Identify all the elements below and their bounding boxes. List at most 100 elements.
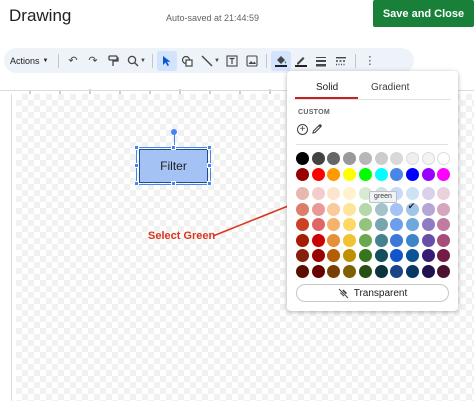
color-swatch[interactable] xyxy=(358,152,372,165)
resize-handle-bl[interactable] xyxy=(134,181,139,186)
color-swatch[interactable] xyxy=(343,187,357,200)
color-swatch[interactable] xyxy=(358,264,372,278)
border-weight-icon[interactable] xyxy=(311,51,331,71)
paint-format-icon[interactable] xyxy=(103,51,123,71)
color-swatch[interactable] xyxy=(405,233,419,247)
undo-icon[interactable]: ↶ xyxy=(63,51,83,71)
color-swatch[interactable] xyxy=(311,249,325,262)
more-icon[interactable]: ⋮ xyxy=(360,51,380,71)
resize-handle-b[interactable] xyxy=(171,181,176,186)
color-swatch[interactable] xyxy=(311,218,325,231)
color-swatch[interactable] xyxy=(390,264,404,278)
color-swatch[interactable] xyxy=(437,202,451,216)
toolbar-divider xyxy=(151,53,153,68)
color-swatch[interactable] xyxy=(405,264,419,278)
color-swatch[interactable] xyxy=(296,264,309,278)
color-swatch[interactable] xyxy=(390,233,404,247)
color-swatch[interactable] xyxy=(327,233,341,247)
color-swatch[interactable] xyxy=(374,249,388,262)
actions-menu[interactable]: Actions ▼ xyxy=(10,56,54,66)
color-swatch[interactable] xyxy=(358,167,372,181)
color-swatch[interactable] xyxy=(296,167,309,181)
color-swatch[interactable] xyxy=(311,152,325,165)
color-swatch[interactable] xyxy=(327,264,341,278)
shape-icon[interactable] xyxy=(177,51,197,71)
color-swatch[interactable] xyxy=(405,218,419,231)
chevron-down-icon[interactable]: ▼ xyxy=(214,58,220,64)
border-dash-icon[interactable] xyxy=(331,51,351,71)
color-swatch[interactable] xyxy=(296,249,309,262)
resize-handle-br[interactable] xyxy=(207,181,212,186)
resize-handle-tl[interactable] xyxy=(134,145,139,150)
border-color-icon[interactable] xyxy=(291,51,311,71)
color-swatch[interactable] xyxy=(390,167,404,181)
color-swatch[interactable] xyxy=(296,233,309,247)
annotation-text: Select Green xyxy=(148,230,216,242)
redo-icon[interactable]: ↷ xyxy=(83,51,103,71)
color-swatch[interactable] xyxy=(358,233,372,247)
color-swatch[interactable] xyxy=(437,167,451,181)
color-swatch[interactable] xyxy=(358,218,372,231)
color-swatch[interactable] xyxy=(311,264,325,278)
color-swatch[interactable] xyxy=(374,167,388,181)
color-swatch[interactable] xyxy=(374,152,388,165)
color-swatch[interactable] xyxy=(358,202,372,216)
color-swatch[interactable] xyxy=(311,202,325,216)
app-title: Drawing xyxy=(9,6,72,25)
color-swatch[interactable] xyxy=(343,249,357,262)
add-custom-color-icon[interactable]: + xyxy=(297,124,308,135)
chevron-down-icon[interactable]: ▼ xyxy=(140,58,146,64)
color-swatch[interactable] xyxy=(311,187,325,200)
color-swatch[interactable] xyxy=(405,152,419,165)
image-icon[interactable] xyxy=(242,51,262,71)
color-swatch[interactable] xyxy=(374,264,388,278)
chevron-down-icon: ▼ xyxy=(42,57,49,64)
color-swatch[interactable] xyxy=(437,264,451,278)
color-swatch[interactable] xyxy=(437,233,451,247)
color-swatch[interactable] xyxy=(358,249,372,262)
color-swatch[interactable] xyxy=(343,264,357,278)
color-swatch[interactable] xyxy=(405,187,419,200)
color-swatch[interactable] xyxy=(421,167,435,181)
eyedropper-icon[interactable] xyxy=(312,123,323,137)
color-swatch[interactable] xyxy=(343,218,357,231)
color-swatch[interactable] xyxy=(343,167,357,181)
color-swatch[interactable] xyxy=(343,233,357,247)
color-swatch[interactable] xyxy=(311,167,325,181)
select-icon[interactable] xyxy=(156,50,177,71)
color-swatch[interactable] xyxy=(421,202,435,216)
save-and-close-button[interactable]: Save and Close xyxy=(373,0,474,27)
tab-gradient[interactable]: Gradient xyxy=(371,82,409,93)
color-swatch[interactable] xyxy=(421,218,435,231)
color-swatch[interactable] xyxy=(296,202,309,216)
color-swatch[interactable] xyxy=(374,218,388,231)
color-swatch[interactable] xyxy=(374,202,388,216)
fill-color-icon[interactable] xyxy=(270,50,291,71)
resize-handle-t[interactable] xyxy=(171,145,176,150)
tab-solid[interactable]: Solid xyxy=(316,82,338,93)
color-swatch[interactable] xyxy=(343,202,357,216)
color-swatch[interactable] xyxy=(374,233,388,247)
color-swatch[interactable] xyxy=(327,167,341,181)
color-swatch[interactable] xyxy=(311,233,325,247)
color-swatch[interactable] xyxy=(296,218,309,231)
color-swatch[interactable] xyxy=(421,233,435,247)
color-swatch[interactable] xyxy=(421,187,435,200)
color-swatch[interactable] xyxy=(327,202,341,216)
color-swatch[interactable] xyxy=(296,187,309,200)
color-swatch[interactable] xyxy=(421,152,435,165)
resize-handle-tr[interactable] xyxy=(207,145,212,150)
color-swatch[interactable] xyxy=(405,249,419,262)
color-swatch[interactable] xyxy=(343,152,357,165)
color-swatch[interactable] xyxy=(296,152,309,165)
resize-handle-r[interactable] xyxy=(207,163,212,168)
color-swatch[interactable] xyxy=(390,202,404,216)
textbox-icon[interactable] xyxy=(222,51,242,71)
transparent-button[interactable]: Transparent xyxy=(296,284,449,302)
color-swatch[interactable] xyxy=(421,249,435,262)
filter-shape[interactable]: Filter xyxy=(139,149,208,183)
resize-handle-l[interactable] xyxy=(134,163,139,168)
rotate-handle[interactable] xyxy=(171,129,177,135)
color-swatch[interactable] xyxy=(421,264,435,278)
color-swatch[interactable] xyxy=(405,167,419,181)
